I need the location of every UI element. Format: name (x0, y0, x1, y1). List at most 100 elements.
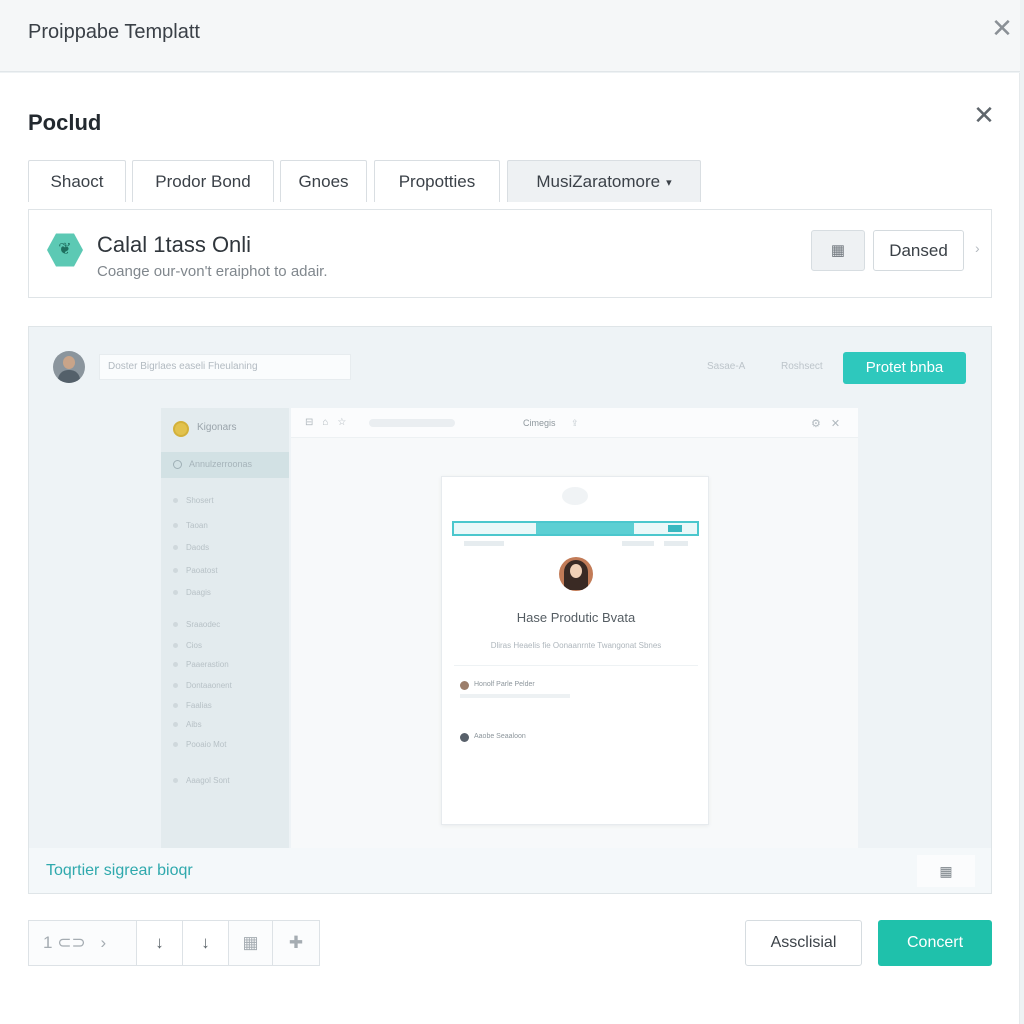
sidebar-item[interactable]: Aaagol Sont (173, 776, 230, 785)
arrow-down-icon[interactable]: ↓ (137, 921, 183, 965)
sidebar-item-label: Cios (186, 641, 203, 650)
preview-link[interactable]: Roshsect (781, 361, 823, 372)
card-description: Dliras Heaelis fie Oonaanrnte Twangonat … (490, 641, 662, 650)
tab-shaoct[interactable]: Shaoct (28, 160, 126, 202)
sidebar-item[interactable]: Taoan (173, 521, 208, 530)
bullet-icon (173, 722, 178, 728)
card-title: Hase Produtic Bvata (516, 610, 636, 625)
card-nav-link[interactable] (464, 541, 504, 546)
circle-icon (173, 460, 182, 469)
sidebar-item[interactable]: Dontaaonent (173, 681, 232, 690)
avatar (460, 733, 469, 742)
sidebar-item-label: Sraaodec (186, 620, 221, 629)
bullet-icon (173, 703, 178, 709)
sidebar-item[interactable]: Pooaio Mot (173, 740, 226, 749)
concert-button[interactable]: Concert (878, 920, 992, 966)
window-header: Proippabe Templatt ✕ (0, 0, 1020, 72)
template-panel: Poclud ✕ Shaoct Prodor Bond Gnoes Propot… (0, 73, 1020, 1024)
sidebar-item-active[interactable]: Annulzerroonas (161, 452, 289, 478)
image-icon[interactable]: ▦ (229, 921, 273, 965)
preview-footer: Toqrtier sigrear bioqr ▦ (29, 848, 991, 893)
sidebar-item-label: Faalias (186, 701, 212, 710)
bullet-icon (173, 683, 178, 689)
toggle-icon: ⊂⊃ (57, 933, 86, 952)
sidebar-item[interactable]: Daods (173, 543, 209, 552)
preview-link[interactable]: Sasae-A (707, 361, 745, 372)
assclisial-button[interactable]: Assclisial (745, 920, 862, 966)
avatar (559, 557, 593, 591)
page-number: 1 (43, 933, 53, 952)
sidebar-item-label: Paaerastion (186, 660, 229, 669)
profile-card: Hase Produtic Bvata Dliras Heaelis fie O… (441, 476, 709, 825)
chevron-right-icon: › (100, 933, 107, 952)
sidebar-item[interactable]: Paoatost (173, 566, 218, 575)
bullet-icon (173, 523, 178, 529)
sidebar-item-label: Shosert (186, 496, 214, 505)
browser-nav-icons[interactable]: ⊟⌂☆ (305, 417, 355, 428)
preview-search-input[interactable]: Doster Bigrlaes easeli Fheulaning (99, 354, 351, 380)
bullet-icon (173, 662, 178, 668)
preview-browser: ⊟⌂☆ Cimegis ⇪ ⚙✕ Hase Produtic Bvata Dli… (291, 408, 858, 848)
preview-primary-button[interactable]: Protet bnba (843, 352, 966, 384)
avatar (460, 681, 469, 690)
plus-icon[interactable]: ✚ (273, 921, 319, 965)
sidebar-item-label: Daods (186, 543, 210, 552)
sidebar-item[interactable]: Faalias (173, 701, 212, 710)
window-close-icon[interactable]: ✕ (988, 14, 1016, 42)
panel-close-icon[interactable]: ✕ (970, 101, 998, 129)
bullet-icon (173, 742, 178, 748)
sidebar-item-label: Daagis (186, 588, 211, 597)
tab-prodor-bond[interactable]: Prodor Bond (132, 160, 274, 202)
image-icon-button[interactable]: ▦ (811, 230, 865, 271)
avatar (53, 351, 85, 383)
sidebar-item-label: Aibs (186, 720, 202, 729)
arrow-down-icon[interactable]: ↓ (183, 921, 229, 965)
card-logo-icon (562, 487, 588, 505)
card-nav-link[interactable] (664, 541, 688, 546)
bullet-icon (173, 498, 178, 504)
list-item-label: Honolf Parle Pelder (474, 681, 535, 688)
sidebar-item[interactable]: Aibs (173, 720, 202, 729)
sidebar-item-label: Taoan (186, 521, 208, 530)
tab-musizaratomore[interactable]: MusiZaratomore ▾ (507, 160, 701, 202)
sidebar-item[interactable]: Paaerastion (173, 660, 229, 669)
panel-title: Poclud (28, 110, 102, 135)
card-nav-bar (452, 521, 699, 536)
sidebar-item[interactable]: Daagis (173, 588, 211, 597)
bullet-icon (173, 622, 178, 628)
info-card: ❦ Calal 1tass Onli Coange our-von't erai… (28, 209, 992, 298)
preview-sidebar: Kigonars Annulzerroonas Shosert Taoan Da… (161, 408, 289, 848)
browser-window-icons[interactable]: ⚙✕ (811, 417, 850, 430)
sidebar-item[interactable]: Sraaodec (173, 620, 220, 629)
sidebar-item-label: Pooaio Mot (186, 740, 227, 749)
tab-propotties[interactable]: Propotties (374, 160, 500, 202)
bullet-icon (173, 590, 178, 596)
info-title: Calal 1tass Onli (97, 232, 252, 257)
bullet-icon (173, 778, 178, 784)
info-subtitle: Coange our-von't eraiphot to adair. (97, 263, 328, 280)
more-icon[interactable]: › (975, 240, 980, 256)
browser-toolbar: ⊟⌂☆ Cimegis ⇪ ⚙✕ (291, 408, 858, 438)
browser-url-bar[interactable] (369, 419, 455, 427)
card-nav-link[interactable] (622, 541, 654, 546)
page-indicator[interactable]: 1 ⊂⊃ › (29, 921, 137, 965)
sidebar-item-label: Paoatost (186, 566, 218, 575)
dansed-button[interactable]: Dansed (873, 230, 964, 271)
window-title: Proippabe Templatt (28, 21, 200, 43)
sidebar-item[interactable]: Cios (173, 641, 202, 650)
sidebar-item-label: Aaagol Sont (186, 776, 230, 785)
sidebar-item[interactable]: Shosert (173, 496, 214, 505)
preview-footer-link[interactable]: Toqrtier sigrear bioqr (46, 862, 193, 880)
template-preview: Doster Bigrlaes easeli Fheulaning Sasae-… (28, 326, 992, 894)
bullet-icon (173, 643, 178, 649)
bullet-icon (173, 568, 178, 574)
tab-label: MusiZaratomore (536, 172, 661, 191)
bullet-icon (173, 545, 178, 551)
preview-brand: Kigonars (197, 422, 237, 433)
list-item-label: Aaobe Seaaloon (474, 733, 526, 740)
sidebar-item-label: Annulzerroonas (189, 459, 253, 469)
divider (454, 665, 698, 666)
image-icon[interactable]: ▦ (917, 855, 975, 887)
tab-gnoes[interactable]: Gnoes (280, 160, 367, 202)
browser-tab-name: Cimegis (523, 418, 556, 428)
